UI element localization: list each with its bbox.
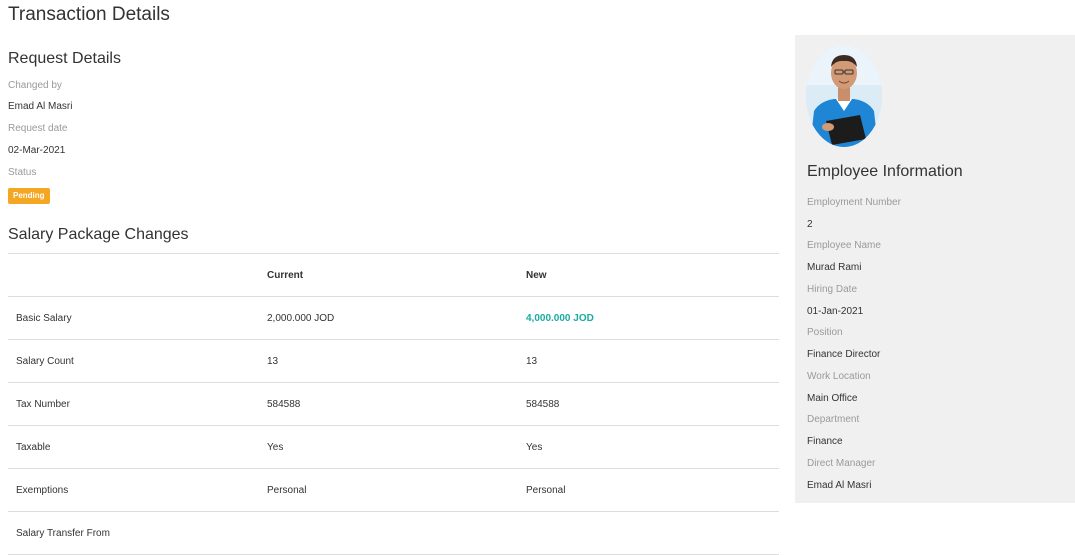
row-label: Exemptions xyxy=(8,468,266,512)
employee-name-label: Employee Name xyxy=(807,240,881,251)
new-value-changed: 4,000.000 JOD xyxy=(525,296,779,340)
request-date-label: Request date xyxy=(8,123,68,134)
direct-manager-label: Direct Manager xyxy=(807,458,876,469)
table-row: Taxable Yes Yes xyxy=(8,425,779,469)
employee-photo xyxy=(806,45,882,147)
changed-by-label: Changed by xyxy=(8,80,62,91)
hiring-date-label: Hiring Date xyxy=(807,284,858,295)
changed-by-value: Emad Al Masri xyxy=(8,101,73,112)
column-header-field xyxy=(8,253,266,297)
department-value: Finance xyxy=(807,436,843,447)
current-value: Yes xyxy=(266,425,525,469)
new-value: Yes xyxy=(525,425,779,469)
current-value: 584588 xyxy=(266,382,525,426)
table-row: Salary Transfer From xyxy=(8,511,779,555)
position-value: Finance Director xyxy=(807,349,881,360)
new-value xyxy=(525,511,779,555)
page-title: Transaction Details xyxy=(8,4,170,25)
employee-name-value: Murad Rami xyxy=(807,262,862,273)
row-label: Salary Count xyxy=(8,339,266,383)
direct-manager-value: Emad Al Masri xyxy=(807,480,872,491)
employee-info-panel: Employee Information Employment Number 2… xyxy=(795,35,1075,503)
request-details-title: Request Details xyxy=(8,50,121,67)
column-header-new: New xyxy=(525,253,779,297)
table-row: Tax Number 584588 584588 xyxy=(8,382,779,426)
table-header-row: Current New xyxy=(8,253,779,297)
position-label: Position xyxy=(807,327,843,338)
table-row: Exemptions Personal Personal xyxy=(8,468,779,512)
request-date-value: 02-Mar-2021 xyxy=(8,145,66,156)
column-header-current: Current xyxy=(266,253,525,297)
department-label: Department xyxy=(807,414,860,425)
employment-number-value: 2 xyxy=(807,219,813,230)
new-value: 13 xyxy=(525,339,779,383)
salary-changes-table: Current New Basic Salary 2,000.000 JOD 4… xyxy=(8,253,779,555)
table-row: Salary Count 13 13 xyxy=(8,339,779,383)
row-label: Basic Salary xyxy=(8,296,266,340)
new-value: 584588 xyxy=(525,382,779,426)
work-location-label: Work Location xyxy=(807,371,871,382)
employee-info-title: Employee Information xyxy=(807,163,963,180)
row-label: Tax Number xyxy=(8,382,266,426)
table-row: Basic Salary 2,000.000 JOD 4,000.000 JOD xyxy=(8,296,779,340)
row-label: Taxable xyxy=(8,425,266,469)
work-location-value: Main Office xyxy=(807,393,858,404)
hiring-date-value: 01-Jan-2021 xyxy=(807,306,864,317)
status-label: Status xyxy=(8,167,37,178)
row-label: Salary Transfer From xyxy=(8,511,266,555)
new-value: Personal xyxy=(525,468,779,512)
current-value xyxy=(266,511,525,555)
current-value: 2,000.000 JOD xyxy=(266,296,525,340)
current-value: 13 xyxy=(266,339,525,383)
current-value: Personal xyxy=(266,468,525,512)
employment-number-label: Employment Number xyxy=(807,197,901,208)
salary-package-title: Salary Package Changes xyxy=(8,226,189,243)
status-badge: Pending xyxy=(8,188,50,204)
avatar xyxy=(806,45,882,147)
